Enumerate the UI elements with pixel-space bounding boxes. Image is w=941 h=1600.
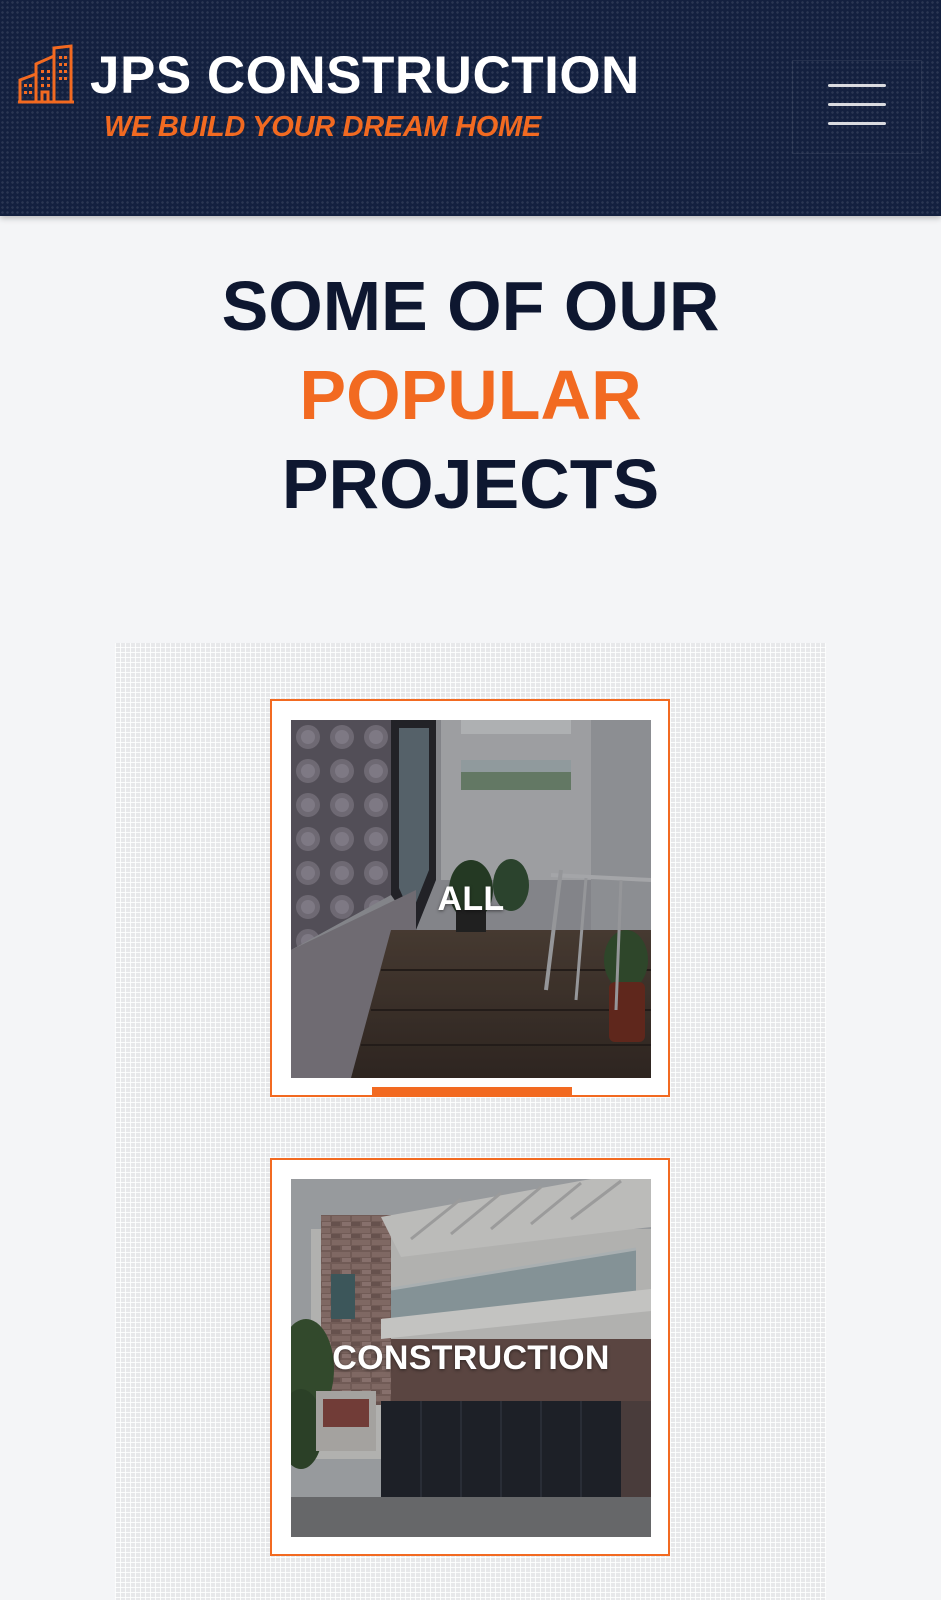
filter-card-construction[interactable]: CONSTRUCTION: [270, 1158, 670, 1556]
interior-staircase-photo: ALL: [291, 720, 651, 1078]
brand-title[interactable]: JPS CONSTRUCTION: [90, 44, 640, 108]
section-heading: SOME OF OUR POPULAR PROJECTS: [0, 262, 941, 529]
filter-label-construction: CONSTRUCTION: [332, 1338, 610, 1377]
heading-accent: POPULAR: [299, 356, 642, 434]
heading-line-1: SOME OF OUR: [221, 267, 720, 345]
filter-label-all: ALL: [437, 879, 505, 918]
hamburger-menu-icon: [828, 84, 886, 87]
project-filter-panel: ALL CONSTRUCTION: [115, 643, 826, 1600]
active-filter-indicator: [372, 1087, 572, 1097]
hamburger-menu-button[interactable]: [792, 60, 922, 154]
house-exterior-photo: CONSTRUCTION: [291, 1179, 651, 1537]
heading-line-3: PROJECTS: [281, 445, 660, 523]
site-header: JPS CONSTRUCTION WE BUILD YOUR DREAM HOM…: [0, 0, 941, 216]
brand-tagline: WE BUILD YOUR DREAM HOME: [104, 111, 541, 143]
building-icon[interactable]: [18, 44, 74, 106]
filter-card-all[interactable]: ALL: [270, 699, 670, 1097]
